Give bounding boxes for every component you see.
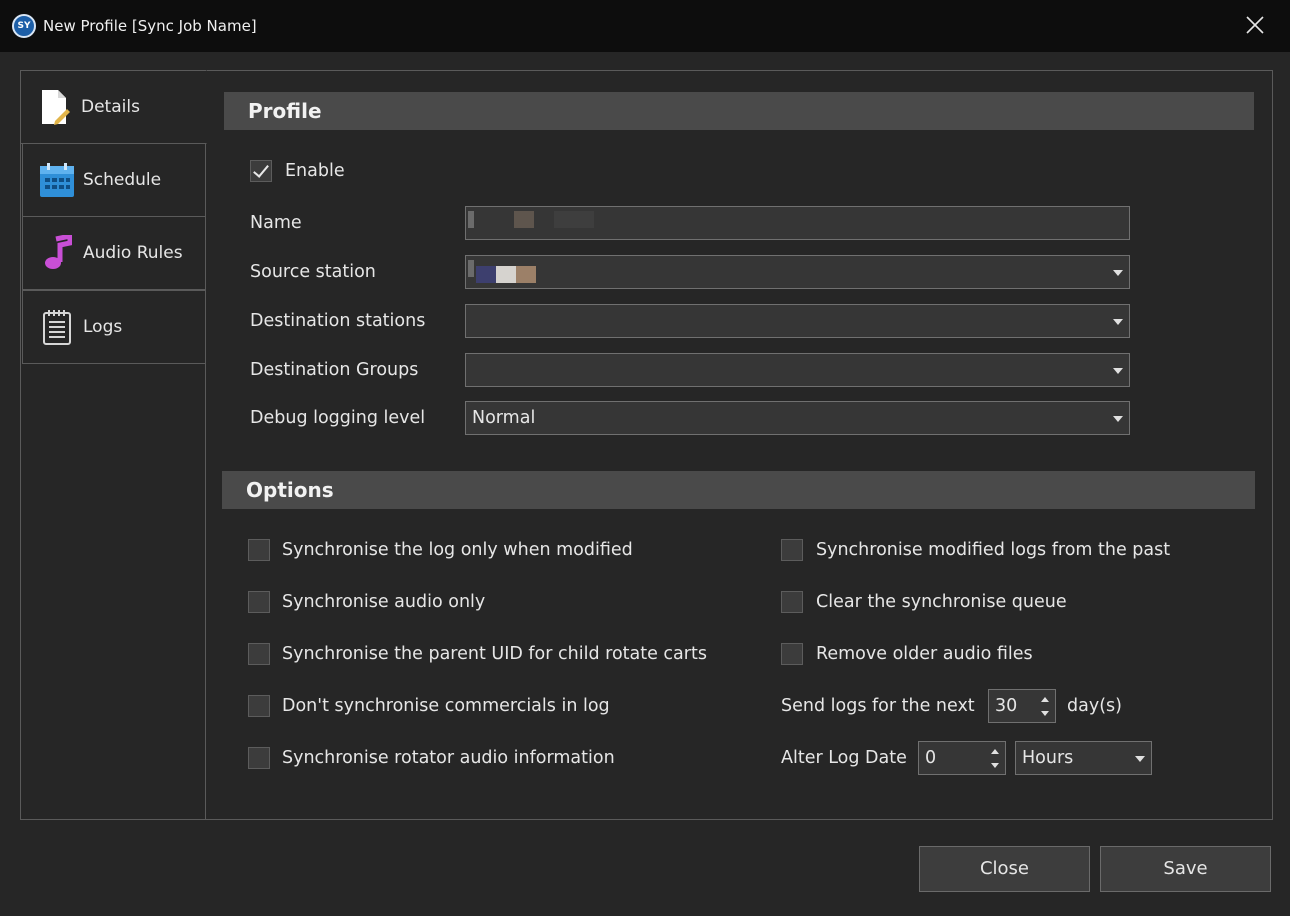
alter-log-unit-value: Hours — [1022, 748, 1074, 768]
option-label: Synchronise the log only when modified — [282, 540, 633, 560]
destination-groups-label: Destination Groups — [250, 360, 419, 380]
tab-label: Logs — [83, 317, 123, 337]
remove-older-audio-checkbox[interactable] — [781, 643, 803, 665]
option-label: Synchronise rotator audio information — [282, 748, 615, 768]
debug-logging-label: Debug logging level — [250, 408, 426, 428]
clear-sync-queue-checkbox[interactable] — [781, 591, 803, 613]
option-label: Don't synchronise commercials in log — [282, 696, 610, 716]
send-logs-value: 30 — [995, 696, 1018, 716]
alter-log-date-value: 0 — [925, 748, 937, 768]
redacted-text — [514, 211, 534, 228]
destination-stations-label: Destination stations — [250, 311, 426, 331]
tab-label: Details — [81, 97, 140, 117]
sync-rotator-audio-checkbox[interactable] — [248, 747, 270, 769]
send-logs-unit: day(s) — [1067, 696, 1122, 716]
music-note-icon — [39, 235, 75, 271]
option-label: Remove older audio files — [816, 644, 1033, 664]
redacted-text — [516, 266, 536, 283]
sync-log-modified-checkbox[interactable] — [248, 539, 270, 561]
tab-audio-rules[interactable]: Audio Rules — [22, 216, 206, 290]
alter-log-date-label: Alter Log Date — [781, 748, 907, 768]
destination-groups-select[interactable] — [465, 353, 1130, 387]
chevron-down-icon — [1113, 319, 1123, 325]
option-label: Synchronise modified logs from the past — [816, 540, 1171, 560]
option-label: Synchronise audio only — [282, 592, 486, 612]
close-button[interactable]: Close — [919, 846, 1090, 892]
debug-logging-value: Normal — [472, 408, 536, 428]
sync-audio-only-checkbox[interactable] — [248, 591, 270, 613]
alter-log-date-stepper[interactable]: 0 — [918, 741, 1006, 775]
text-cursor — [468, 260, 474, 277]
send-logs-stepper[interactable]: 30 — [988, 689, 1056, 723]
redacted-text — [554, 211, 594, 228]
sync-parent-uid-checkbox[interactable] — [248, 643, 270, 665]
chevron-down-icon — [1135, 756, 1145, 762]
send-logs-label: Send logs for the next — [781, 696, 975, 716]
stepper-down-icon[interactable] — [1041, 711, 1049, 716]
chevron-down-icon — [1113, 416, 1123, 422]
debug-logging-select[interactable]: Normal — [465, 401, 1130, 435]
tab-logs[interactable]: Logs — [22, 290, 206, 364]
close-icon[interactable] — [1244, 14, 1266, 36]
chevron-down-icon — [1113, 368, 1123, 374]
profile-section-header: Profile — [224, 92, 1254, 130]
text-cursor — [468, 211, 474, 228]
calendar-icon — [39, 162, 75, 198]
options-section-header: Options — [222, 471, 1255, 509]
window-title: New Profile [Sync Job Name] — [43, 17, 257, 35]
source-station-select[interactable] — [465, 255, 1130, 289]
notepad-icon — [39, 309, 75, 345]
save-button[interactable]: Save — [1100, 846, 1271, 892]
tab-label: Audio Rules — [83, 243, 183, 263]
name-label: Name — [250, 213, 302, 233]
enable-checkbox[interactable] — [250, 160, 272, 182]
redacted-text — [476, 266, 496, 283]
enable-label: Enable — [285, 161, 345, 181]
document-edit-icon — [37, 89, 73, 125]
redacted-text — [496, 266, 516, 283]
destination-stations-select[interactable] — [465, 304, 1130, 338]
option-label: Clear the synchronise queue — [816, 592, 1067, 612]
option-label: Synchronise the parent UID for child rot… — [282, 644, 707, 664]
tab-schedule[interactable]: Schedule — [22, 143, 206, 217]
tab-label: Schedule — [83, 170, 162, 190]
sync-modified-past-checkbox[interactable] — [781, 539, 803, 561]
source-station-label: Source station — [250, 262, 376, 282]
alter-log-unit-select[interactable]: Hours — [1015, 741, 1152, 775]
no-sync-commercials-checkbox[interactable] — [248, 695, 270, 717]
title-bar: SY New Profile [Sync Job Name] — [0, 0, 1290, 52]
tab-details[interactable]: Details — [20, 70, 207, 144]
stepper-up-icon[interactable] — [1041, 697, 1049, 702]
chevron-down-icon — [1113, 270, 1123, 276]
stepper-up-icon[interactable] — [991, 749, 999, 754]
name-input[interactable] — [465, 206, 1130, 240]
app-logo-icon: SY — [12, 14, 36, 38]
stepper-down-icon[interactable] — [991, 763, 999, 768]
